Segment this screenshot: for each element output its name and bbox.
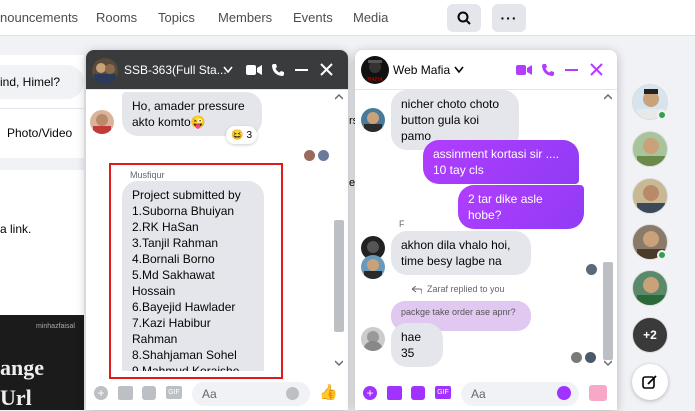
video-call-icon[interactable] bbox=[516, 64, 532, 76]
envelope-heart-icon[interactable] bbox=[589, 385, 607, 401]
like-icon[interactable]: 👍 bbox=[319, 385, 338, 400]
svg-text:MAFIA: MAFIA bbox=[367, 77, 383, 83]
chat-head-avatar[interactable] bbox=[632, 131, 668, 167]
tab-topics[interactable]: Topics bbox=[158, 10, 195, 25]
chat-header[interactable]: MAFIA Web Mafia bbox=[355, 50, 617, 90]
post-text: a link. bbox=[0, 222, 32, 236]
online-indicator bbox=[657, 110, 667, 120]
chat-head-avatar[interactable] bbox=[632, 270, 668, 306]
group-avatar bbox=[92, 58, 118, 84]
seen-avatar bbox=[571, 352, 582, 363]
chevron-down-icon[interactable] bbox=[454, 66, 464, 74]
image-text-2: Url bbox=[0, 385, 32, 410]
message-placeholder: Aa bbox=[471, 387, 486, 401]
sender-name: F bbox=[399, 219, 405, 229]
scrollbar-thumb[interactable] bbox=[603, 262, 613, 360]
more-chats-avatar[interactable]: +2 bbox=[632, 317, 668, 353]
search-button[interactable] bbox=[447, 4, 481, 32]
seen-avatar bbox=[586, 264, 597, 275]
chevron-down-icon[interactable] bbox=[604, 360, 612, 366]
chat-window-web-mafia: MAFIA Web Mafia nicher choto choto butto… bbox=[355, 50, 617, 410]
chat-title: Web Mafia bbox=[393, 63, 451, 77]
seen-avatar bbox=[304, 150, 315, 161]
post-image[interactable]: minhazfaisal ange Url bbox=[0, 315, 84, 410]
avatar[interactable] bbox=[361, 255, 385, 279]
online-indicator bbox=[657, 250, 667, 260]
message-bubble-sent[interactable]: assinment kortasi sir .... 10 tay cls bbox=[423, 140, 579, 184]
laugh-emoji-icon: 😆 bbox=[231, 129, 244, 141]
phone-icon[interactable] bbox=[541, 63, 555, 77]
image-icon[interactable] bbox=[387, 386, 402, 400]
divider bbox=[0, 108, 84, 109]
close-icon[interactable] bbox=[590, 63, 603, 76]
sticker-icon[interactable] bbox=[411, 386, 425, 400]
tab-rooms[interactable]: Rooms bbox=[96, 10, 137, 25]
search-icon bbox=[457, 11, 471, 25]
reaction-badge[interactable]: 😆 3 bbox=[226, 126, 258, 144]
composer-placeholder: ind, Himel? bbox=[0, 75, 61, 89]
image-icon[interactable] bbox=[118, 386, 133, 400]
avatar[interactable] bbox=[90, 110, 114, 134]
tab-media[interactable]: Media bbox=[353, 10, 388, 25]
new-message-button[interactable] bbox=[632, 364, 668, 400]
reply-icon bbox=[412, 286, 422, 294]
tab-announcements[interactable]: nouncements bbox=[0, 10, 78, 25]
gif-icon[interactable]: GIF bbox=[435, 386, 451, 399]
video-call-icon[interactable] bbox=[246, 64, 262, 76]
close-icon[interactable] bbox=[320, 63, 333, 76]
minimize-icon[interactable] bbox=[295, 69, 308, 72]
sticker-icon[interactable] bbox=[142, 386, 156, 400]
seen-avatar bbox=[318, 150, 329, 161]
seen-avatar bbox=[585, 352, 596, 363]
message-bubble[interactable]: hae 35 bbox=[391, 323, 443, 367]
message-input-bar: + GIF Aa bbox=[355, 376, 617, 410]
emoji-icon[interactable] bbox=[557, 386, 571, 400]
reaction-count: 3 bbox=[246, 129, 253, 141]
chat-header[interactable]: SSB-363(Full Sta... bbox=[86, 50, 348, 90]
more-button[interactable]: ··· bbox=[492, 4, 526, 32]
chevron-down-icon[interactable] bbox=[335, 360, 343, 366]
avatar[interactable] bbox=[361, 327, 385, 351]
add-icon[interactable]: + bbox=[363, 386, 377, 400]
minimize-icon[interactable] bbox=[565, 69, 578, 72]
chat-title: SSB-363(Full Sta... bbox=[124, 63, 227, 77]
message-bubble-sent[interactable]: 2 tar dike asle hobe? bbox=[458, 185, 584, 229]
scrollbar-thumb[interactable] bbox=[334, 220, 344, 332]
message-bubble[interactable]: akhon dila vhalo hoi, time besy lagbe na bbox=[391, 231, 531, 275]
message-input-bar: + GIF Aa 👍 bbox=[86, 376, 348, 410]
divider bbox=[0, 158, 84, 170]
image-caption: minhazfaisal bbox=[36, 323, 75, 330]
chevron-up-icon[interactable] bbox=[335, 94, 343, 100]
chat-head-avatar[interactable] bbox=[632, 178, 668, 214]
post-composer-input[interactable]: ind, Himel? bbox=[0, 65, 84, 99]
more-chats-count: +2 bbox=[643, 328, 657, 342]
chevron-up-icon[interactable] bbox=[604, 94, 612, 100]
top-navigation: nouncements Rooms Topics Members Events … bbox=[0, 0, 695, 36]
tab-events[interactable]: Events bbox=[293, 10, 333, 25]
avatar[interactable] bbox=[361, 108, 385, 132]
more-icon: ··· bbox=[500, 10, 518, 26]
reply-note: Zaraf replied to you bbox=[427, 284, 505, 294]
image-text-1: ange bbox=[0, 355, 44, 380]
group-avatar: MAFIA bbox=[361, 56, 389, 84]
tab-members[interactable]: Members bbox=[218, 10, 272, 25]
gif-icon[interactable]: GIF bbox=[166, 386, 182, 399]
chat-window-ssb: SSB-363(Full Sta... Ho, amader pressure … bbox=[86, 50, 348, 410]
phone-icon[interactable] bbox=[271, 63, 285, 77]
add-icon[interactable]: + bbox=[94, 386, 108, 400]
photo-video-button[interactable]: Photo/Video bbox=[7, 126, 72, 140]
chevron-down-icon[interactable] bbox=[223, 66, 233, 74]
message-placeholder: Aa bbox=[202, 387, 217, 401]
compose-icon bbox=[642, 375, 657, 389]
emoji-icon[interactable] bbox=[286, 387, 299, 400]
highlight-box bbox=[109, 163, 283, 379]
